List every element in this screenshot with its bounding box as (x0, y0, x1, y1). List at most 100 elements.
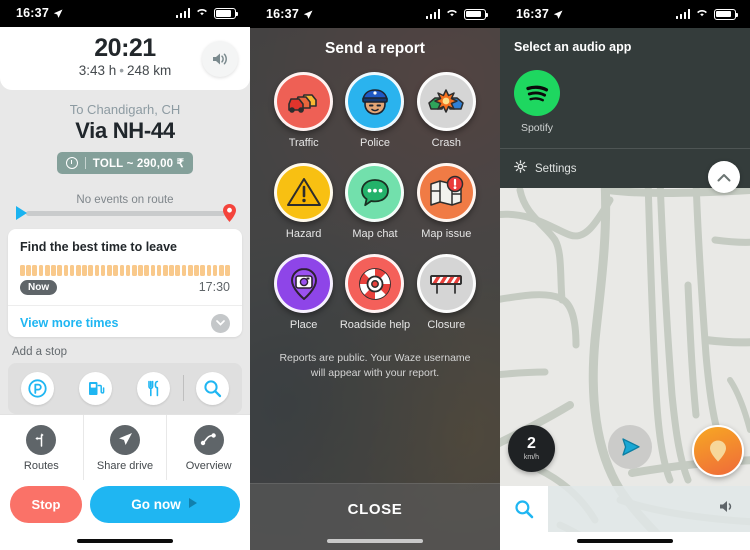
departure-bar[interactable] (51, 264, 56, 276)
report-option-closure[interactable]: Closure (411, 254, 482, 331)
chevron-down-icon[interactable] (211, 313, 230, 333)
report-option-hazard[interactable]: Hazard (268, 163, 339, 240)
departure-bar[interactable] (156, 264, 162, 276)
toll-badge[interactable]: TOLL ~ 290,00 ₹ (56, 152, 194, 174)
departure-bar[interactable] (212, 264, 218, 276)
paper-plane-icon (110, 424, 140, 455)
departure-bar[interactable] (181, 264, 187, 276)
departure-time-bars[interactable] (8, 263, 242, 276)
report-disclaimer: Reports are public. Your Waze username w… (279, 352, 471, 380)
report-option-place[interactable]: Place (268, 254, 339, 331)
search-button[interactable] (500, 486, 548, 532)
warning-triangle-icon[interactable] (274, 163, 334, 222)
departure-bar[interactable] (119, 264, 125, 276)
departure-bar[interactable] (138, 264, 143, 276)
action-share-label: Share drive (96, 459, 154, 472)
report-option-roadside-help[interactable]: Roadside help (339, 254, 410, 331)
departure-bar[interactable] (175, 264, 181, 276)
departure-bar[interactable] (88, 264, 94, 276)
departure-bar[interactable] (131, 264, 137, 276)
action-overview[interactable]: Overview (167, 415, 250, 480)
departure-bar[interactable] (163, 264, 168, 276)
panel-audio-app: 16:37 Select an audio app Spotify Settin… (500, 0, 750, 550)
car-crash-icon[interactable] (416, 72, 476, 131)
departure-bar[interactable] (187, 264, 193, 276)
chevron-up-icon[interactable] (708, 161, 740, 193)
life-ring-icon[interactable] (345, 254, 405, 313)
info-icon (65, 157, 78, 169)
departure-bar[interactable] (26, 264, 31, 276)
speaker-icon[interactable] (202, 40, 238, 77)
battery-icon (714, 8, 738, 20)
parking-icon[interactable] (20, 371, 54, 405)
status-time: 16:37 (16, 6, 49, 21)
departure-bar[interactable] (57, 264, 62, 276)
cellular-bars-icon (175, 8, 190, 19)
departure-bar[interactable] (94, 264, 100, 276)
map-alert-icon[interactable] (416, 163, 476, 222)
report-option-traffic[interactable]: Traffic (268, 72, 339, 149)
view-more-times-row[interactable]: View more times (8, 304, 242, 337)
stop-button[interactable]: Stop (10, 485, 82, 523)
traffic-cars-icon[interactable] (274, 72, 334, 131)
departure-bar[interactable] (75, 264, 81, 276)
action-routes-label: Routes (23, 459, 59, 472)
fork-knife-icon[interactable] (137, 371, 171, 405)
stop-option-parking[interactable] (8, 371, 66, 405)
departure-bar[interactable] (100, 264, 106, 276)
stop-option-search[interactable] (184, 371, 242, 405)
departure-bar[interactable] (82, 264, 87, 276)
stop-option-food[interactable] (125, 371, 183, 405)
departure-bar[interactable] (113, 264, 118, 276)
report-option-crash[interactable]: Crash (411, 72, 482, 149)
departure-bar[interactable] (20, 264, 25, 276)
report-option-police[interactable]: Police (339, 72, 410, 149)
panel-route-overview: 16:37 20:21 3:43 h • 248 km To Chandigar… (0, 0, 250, 550)
departure-bar[interactable] (38, 264, 44, 276)
stop-option-gas[interactable] (66, 371, 124, 405)
end-time-label: 17:30 (198, 280, 230, 295)
status-bar-right (425, 5, 488, 23)
settings-row[interactable]: Settings (514, 149, 736, 178)
departure-bar[interactable] (194, 264, 199, 276)
report-option-map-chat[interactable]: Map chat (339, 163, 410, 240)
departure-bar[interactable] (44, 264, 50, 276)
location-arrow-icon (303, 9, 313, 19)
gas-pump-icon[interactable] (78, 371, 112, 405)
chat-bubble-icon[interactable] (345, 163, 405, 222)
report-option-label: Hazard (285, 228, 322, 240)
departure-bar[interactable] (144, 264, 149, 276)
departure-bar[interactable] (125, 264, 131, 276)
close-button[interactable]: CLOSE (250, 483, 500, 532)
go-now-button[interactable]: Go now (90, 485, 240, 523)
road-barrier-icon[interactable] (416, 254, 476, 313)
audio-app-spotify[interactable]: Spotify (514, 70, 560, 134)
place-pin-camera-icon[interactable] (274, 254, 334, 313)
departure-bar[interactable] (219, 264, 224, 276)
departure-bar[interactable] (69, 264, 75, 276)
departure-bar[interactable] (225, 264, 230, 276)
home-bar[interactable] (77, 539, 173, 544)
view-more-times-link[interactable]: View more times (20, 316, 118, 330)
departure-bar[interactable] (200, 264, 205, 276)
search-icon[interactable] (196, 371, 230, 405)
navigation-cursor-icon[interactable] (608, 425, 652, 469)
home-bar[interactable] (327, 539, 423, 543)
action-share-drive[interactable]: Share drive (84, 414, 168, 480)
status-bar-left: 16:37 (266, 7, 313, 21)
action-routes[interactable]: Routes (0, 414, 84, 480)
police-officer-icon[interactable] (345, 72, 405, 131)
departure-bar[interactable] (63, 264, 69, 276)
departure-bar[interactable] (107, 264, 112, 276)
home-bar[interactable] (577, 539, 673, 543)
mood-pin-icon[interactable] (692, 425, 744, 477)
report-option-label: Map chat (352, 228, 398, 240)
report-option-map-issue[interactable]: Map issue (411, 163, 482, 240)
departure-bar[interactable] (150, 264, 156, 276)
report-option-label: Closure (427, 319, 466, 331)
speaker-icon[interactable] (718, 499, 736, 519)
departure-bar[interactable] (32, 264, 38, 276)
departure-bar[interactable] (206, 264, 212, 276)
speedometer: 2 km/h (508, 425, 555, 472)
departure-bar[interactable] (169, 264, 174, 276)
